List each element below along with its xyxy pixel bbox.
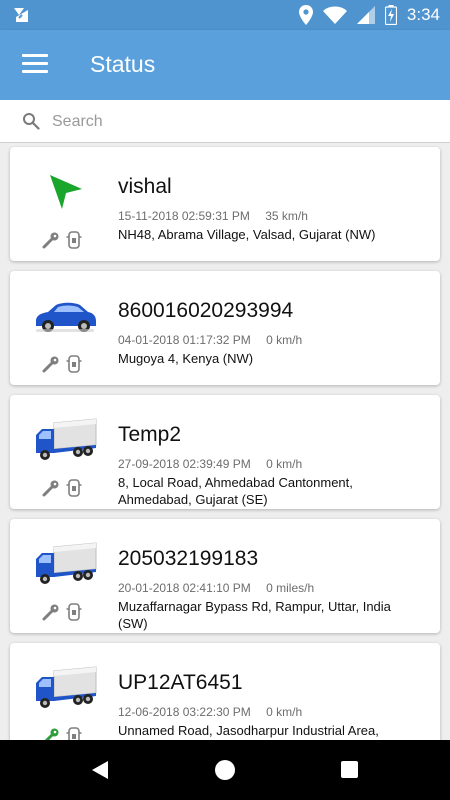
vehicle-speed: 0 km/h <box>266 333 303 347</box>
key-icon <box>42 604 59 621</box>
vehicle-name: 860016020293994 <box>118 299 294 322</box>
recents-icon[interactable] <box>341 761 358 778</box>
vehicle-datetime: 20-01-2018 02:41:10 PM <box>118 581 251 595</box>
vehicle-speed: 0 miles/h <box>266 581 315 595</box>
app-notification-icon <box>14 8 28 22</box>
vehicle-name: UP12AT6451 <box>118 671 243 694</box>
app-bar: Status <box>0 30 450 100</box>
status-time: 3:34 <box>406 5 440 24</box>
home-icon[interactable] <box>215 760 235 780</box>
car-door-lock-icon <box>66 603 82 621</box>
vehicle-list: vishal 15-11-2018 02:59:31 PM 35 km/h NH… <box>0 146 450 740</box>
vehicle-address: Mugoya 4, Kenya (NW) <box>118 351 254 366</box>
key-icon <box>44 728 59 740</box>
vehicle-address: NH48, Abrama Village, Valsad, Gujarat (N… <box>118 227 376 242</box>
car-door-lock-icon <box>66 727 82 740</box>
blue-car-icon <box>36 302 96 332</box>
vehicle-datetime: 27-09-2018 02:39:49 PM <box>118 457 251 471</box>
wifi-icon <box>322 6 347 24</box>
vehicle-speed: 0 km/h <box>266 705 303 719</box>
location-icon <box>298 5 313 25</box>
system-nav-bar <box>0 740 450 800</box>
vehicle-meta: 15-11-2018 02:59:31 PM 35 km/h <box>118 209 308 223</box>
vehicle-meta: 04-01-2018 01:17:32 PM 0 km/h <box>118 333 302 347</box>
blue-truck-icon <box>36 418 97 460</box>
vehicle-meta: 12-06-2018 03:22:30 PM 0 km/h <box>118 705 302 719</box>
blue-truck-icon <box>36 666 97 708</box>
vehicle-card[interactable]: UP12AT6451 12-06-2018 03:22:30 PM 0 km/h… <box>10 643 440 740</box>
vehicle-card[interactable]: Temp2 27-09-2018 02:39:49 PM 0 km/h 8, L… <box>10 395 440 509</box>
vehicle-name: vishal <box>118 175 172 198</box>
key-icon <box>42 480 59 497</box>
key-icon <box>42 232 59 249</box>
vehicle-meta: 27-09-2018 02:39:49 PM 0 km/h <box>118 457 302 471</box>
car-door-lock-icon <box>66 231 82 249</box>
key-icon <box>42 356 59 373</box>
hamburger-menu-icon[interactable] <box>20 50 50 80</box>
vehicle-name: 205032199183 <box>118 547 259 570</box>
vehicle-address: 8, Local Road, Ahmedabad Cantonment, Ahm… <box>118 475 353 507</box>
vehicle-speed: 35 km/h <box>265 209 308 223</box>
vehicle-card[interactable]: vishal 15-11-2018 02:59:31 PM 35 km/h NH… <box>10 147 440 261</box>
page-title: Status <box>90 51 156 77</box>
vehicle-card[interactable]: 205032199183 20-01-2018 02:41:10 PM 0 mi… <box>10 519 440 633</box>
vehicle-address: Unnamed Road, Jasodharpur Industrial Are… <box>118 723 379 738</box>
vehicle-meta: 20-01-2018 02:41:10 PM 0 miles/h <box>118 581 314 595</box>
vehicle-datetime: 04-01-2018 01:17:32 PM <box>118 333 251 347</box>
search-icon <box>23 113 40 130</box>
status-bar: 3:34 <box>0 0 450 30</box>
vehicle-name: Temp2 <box>118 423 182 446</box>
blue-truck-icon <box>36 542 97 584</box>
vehicle-card[interactable]: 860016020293994 04-01-2018 01:17:32 PM 0… <box>10 271 440 385</box>
vehicle-datetime: 15-11-2018 02:59:31 PM <box>118 209 250 223</box>
battery-charging-icon <box>384 5 397 25</box>
signal-icon <box>356 6 375 24</box>
search-bar <box>0 100 450 143</box>
car-door-lock-icon <box>66 355 82 373</box>
green-navigation-arrow-icon <box>50 175 82 209</box>
vehicle-speed: 0 km/h <box>266 457 303 471</box>
vehicle-datetime: 12-06-2018 03:22:30 PM <box>118 705 251 719</box>
back-icon[interactable] <box>90 760 110 780</box>
car-door-lock-icon <box>66 479 82 497</box>
vehicle-address: Muzaffarnagar Bypass Rd, Rampur, Uttar, … <box>118 599 391 631</box>
search-input[interactable] <box>50 106 434 138</box>
